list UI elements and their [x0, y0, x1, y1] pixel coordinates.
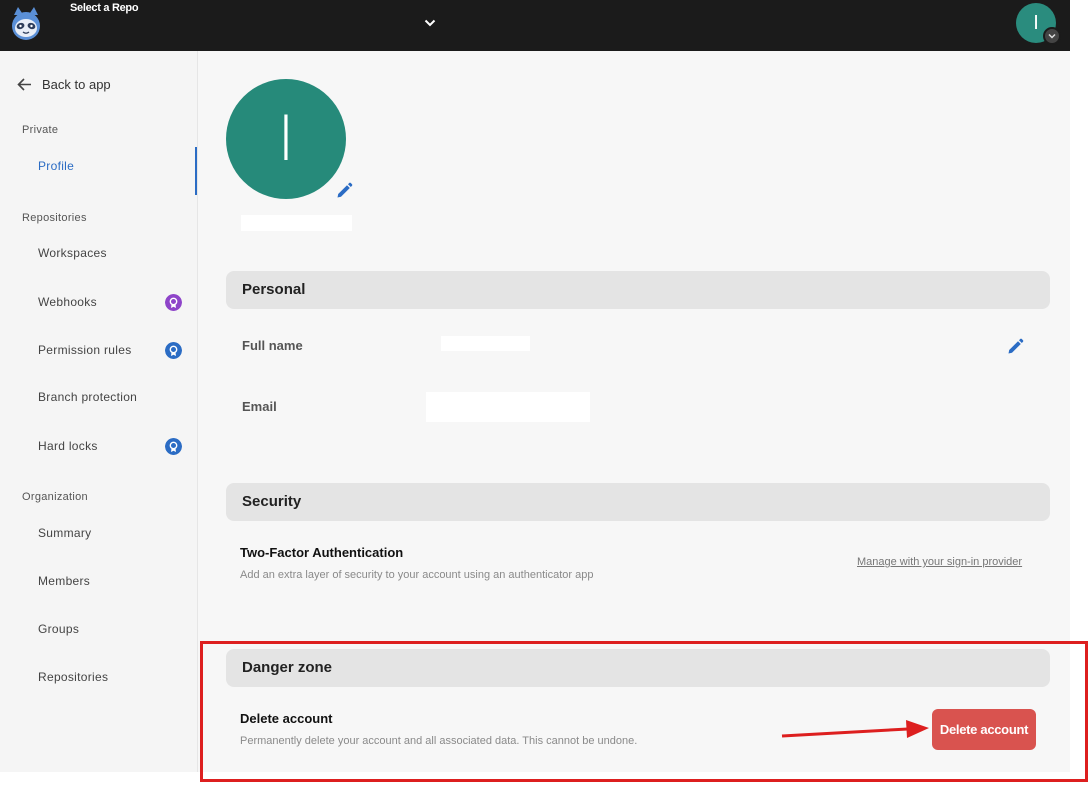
chevron-down-icon[interactable]: [422, 15, 438, 31]
active-indicator: [195, 147, 197, 195]
top-bar: Select a Repo I: [0, 0, 1070, 51]
security-section-header: Security: [226, 483, 1050, 521]
redacted-full-name: [441, 336, 530, 351]
sidebar-item-permission-rules[interactable]: Permission rules: [38, 343, 132, 357]
sidebar-item-webhooks[interactable]: Webhooks: [38, 295, 97, 309]
sidebar-item-hard-locks[interactable]: Hard locks: [38, 439, 98, 453]
full-name-label: Full name: [242, 338, 303, 353]
section-repositories: Repositories: [22, 212, 87, 224]
avatar-menu-chevron-icon[interactable]: [1043, 27, 1061, 45]
sidebar-item-repositories[interactable]: Repositories: [38, 670, 108, 684]
edit-avatar-icon[interactable]: [335, 182, 353, 200]
back-to-app-link[interactable]: Back to app: [17, 77, 111, 92]
manage-sign-in-provider-link[interactable]: Manage with your sign-in provider: [857, 556, 1022, 568]
back-label: Back to app: [42, 77, 111, 92]
two-factor-description: Add an extra layer of security to your a…: [240, 569, 594, 581]
settings-sidebar: Back to app Private Profile Repositories…: [0, 51, 198, 772]
annotation-arrow-icon: [781, 720, 929, 738]
premium-badge-icon: [165, 294, 182, 311]
profile-avatar: I: [226, 79, 346, 199]
arrow-left-icon: [17, 78, 31, 91]
personal-section-header: Personal: [226, 271, 1050, 309]
sidebar-item-branch-protection[interactable]: Branch protection: [38, 390, 137, 404]
sidebar-item-groups[interactable]: Groups: [38, 622, 79, 636]
sidebar-item-summary[interactable]: Summary: [38, 526, 91, 540]
premium-badge-icon: [165, 438, 182, 455]
email-label: Email: [242, 399, 277, 414]
repo-selector-label[interactable]: Select a Repo: [70, 2, 139, 14]
section-private: Private: [22, 124, 59, 136]
sidebar-item-profile[interactable]: Profile: [38, 159, 74, 173]
premium-badge-icon: [165, 342, 182, 359]
sidebar-item-workspaces[interactable]: Workspaces: [38, 246, 107, 260]
two-factor-title: Two-Factor Authentication: [240, 545, 404, 560]
redacted-display-name: [241, 215, 352, 231]
sloth-logo-icon[interactable]: [10, 5, 42, 41]
edit-full-name-icon[interactable]: [1006, 338, 1024, 356]
redacted-email: [426, 392, 590, 422]
section-organization: Organization: [22, 491, 88, 503]
highlight-annotation-box: [200, 641, 1088, 782]
sidebar-item-members[interactable]: Members: [38, 574, 90, 588]
